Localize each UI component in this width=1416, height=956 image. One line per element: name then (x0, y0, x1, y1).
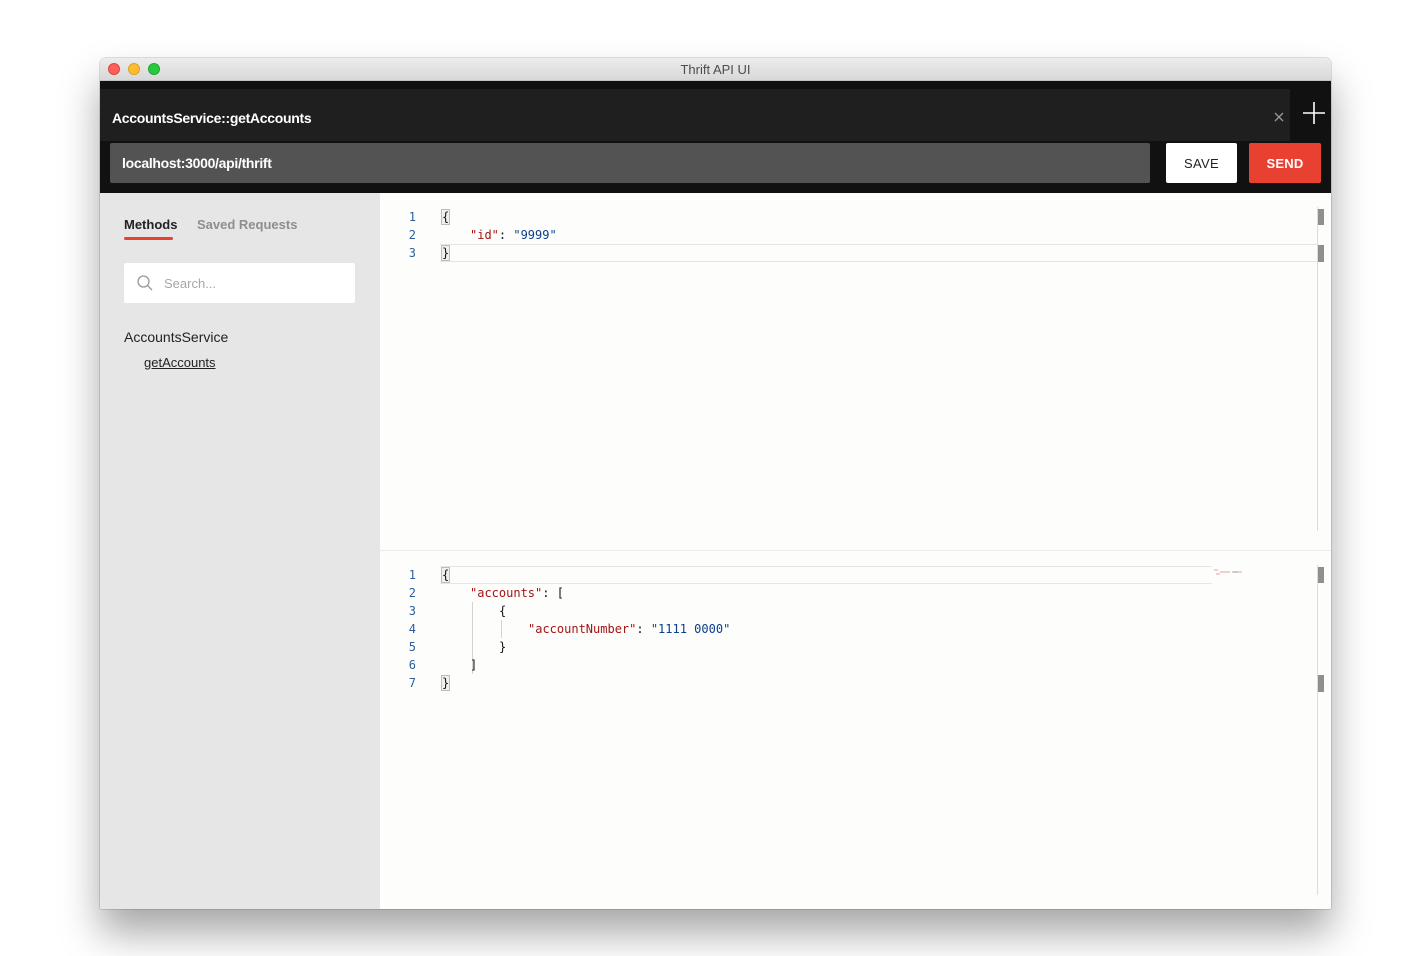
request-tab-label: AccountsService::getAccounts (112, 110, 312, 126)
response-editor[interactable]: 1 2 3 4 5 6 7 { "accounts": [ { "account… (380, 551, 1331, 909)
line-number: 3 (408, 246, 416, 260)
json-key: "accounts" (470, 586, 543, 600)
matched-bracket: { (440, 209, 451, 225)
json-separator: : [ (542, 586, 564, 600)
line-number-gutter: 1 2 3 4 5 6 7 (380, 551, 430, 909)
tab-methods[interactable]: Methods (124, 217, 177, 232)
plus-icon[interactable] (1300, 99, 1328, 127)
line-number: 3 (408, 604, 416, 618)
json-string: "9999" (513, 228, 557, 242)
window-title: Thrift API UI (680, 62, 751, 77)
line-number: 1 (408, 210, 416, 224)
json-key: "id" (470, 228, 499, 242)
save-button[interactable]: SAVE (1166, 143, 1237, 183)
indent-guide (501, 620, 502, 638)
code-line: } (499, 640, 507, 654)
matched-bracket: { (440, 567, 451, 583)
url-text: localhost:3000/api/thrift (122, 155, 272, 171)
code-line: { (440, 566, 451, 584)
json-separator: : (636, 622, 651, 636)
line-number: 6 (408, 658, 416, 672)
close-icon[interactable] (1273, 111, 1285, 123)
code-line: { (440, 208, 451, 226)
app-window: Thrift API UI AccountsService::getAccoun… (100, 58, 1331, 909)
send-button[interactable]: SEND (1249, 143, 1321, 183)
matched-bracket: } (440, 245, 451, 261)
current-line-highlight (440, 566, 1212, 584)
code-line: } (440, 674, 451, 692)
request-tab[interactable]: AccountsService::getAccounts (100, 89, 1290, 141)
request-header: AccountsService::getAccounts localhost:3… (100, 81, 1331, 193)
sidebar: Methods Saved Requests AccountsService g… (100, 193, 380, 909)
matched-bracket: } (440, 675, 451, 691)
method-link-getaccounts[interactable]: getAccounts (144, 355, 216, 370)
line-number-gutter: 1 2 3 (380, 193, 430, 550)
request-editor[interactable]: 1 2 3 { "id": "9999" } (380, 193, 1331, 550)
tab-saved-requests[interactable]: Saved Requests (197, 217, 297, 232)
url-input[interactable]: localhost:3000/api/thrift (110, 143, 1150, 183)
line-number: 1 (408, 568, 416, 582)
scroll-marker (1318, 567, 1324, 583)
json-string: "1111 0000" (650, 622, 731, 636)
service-name[interactable]: AccountsService (124, 329, 228, 345)
scroll-marker (1318, 209, 1324, 225)
scroll-marker (1318, 675, 1324, 692)
code-line: "accounts": [ (470, 584, 564, 602)
active-tab-indicator (124, 237, 173, 240)
json-separator: : (498, 228, 514, 242)
scrollbar[interactable] (1317, 565, 1318, 895)
line-number: 2 (408, 228, 416, 242)
code-line: "accountNumber": "1111 0000" (528, 620, 730, 638)
code-line: "id": "9999" (470, 226, 557, 244)
title-bar[interactable]: Thrift API UI (100, 58, 1331, 81)
code-line: } (440, 244, 451, 262)
line-number: 7 (408, 676, 416, 690)
minimap[interactable] (1212, 569, 1252, 575)
search-box (124, 263, 355, 303)
code-line: ] (470, 658, 478, 672)
line-number: 5 (408, 640, 416, 654)
scroll-marker (1318, 245, 1324, 262)
json-key: "accountNumber" (528, 622, 637, 636)
line-number: 2 (408, 586, 416, 600)
search-input[interactable] (164, 263, 349, 303)
code-line: { (499, 604, 507, 618)
current-line-highlight (440, 244, 1317, 262)
line-number: 4 (408, 622, 416, 636)
search-icon (137, 275, 153, 291)
